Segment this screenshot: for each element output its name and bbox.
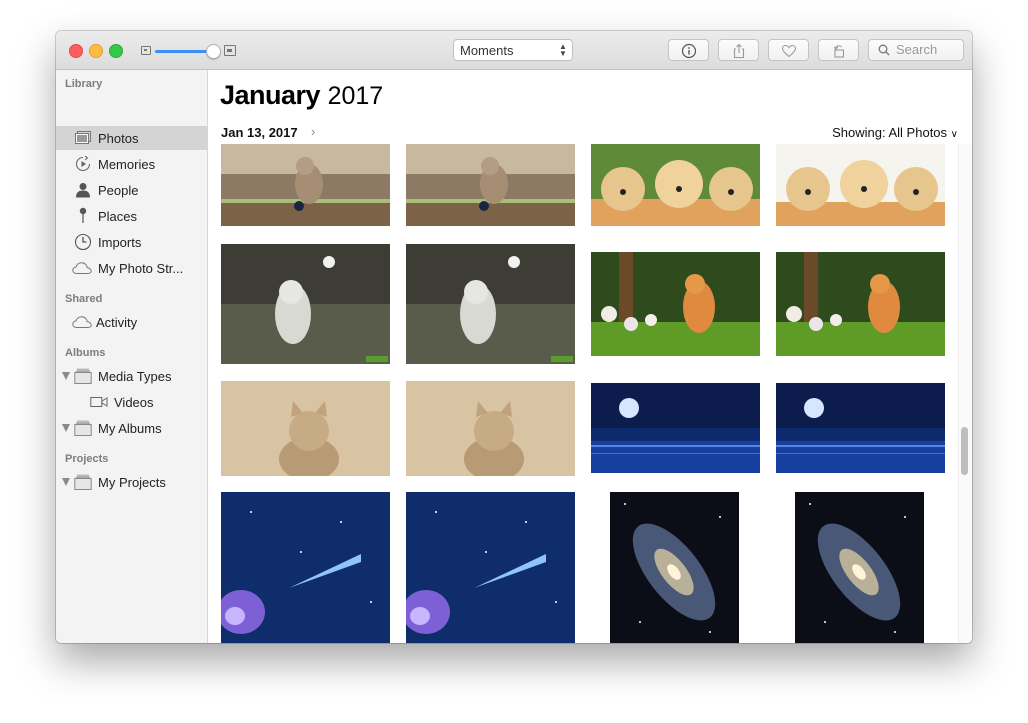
search-field[interactable]: Search [868,39,964,61]
sidebar-item-label: People [98,183,139,198]
folder-icon [74,420,92,436]
sidebar-item-label: My Projects [98,475,166,490]
zoom-out-icon[interactable] [141,46,151,55]
sidebar-item-memories[interactable]: Memories [56,152,207,176]
photo-thumbnail[interactable] [610,492,739,643]
photo-thumbnail[interactable] [591,252,760,356]
photo-thumbnail[interactable] [795,492,924,643]
view-select[interactable]: Moments ▲ ▼ [453,39,573,61]
showing-label: Showing: [832,125,886,140]
photos-content: January 2017 Jan 13, 2017 › Showing: All… [208,70,972,643]
zoom-in-icon[interactable] [224,45,236,56]
scrollbar-thumb[interactable] [961,427,968,475]
favorite-button[interactable] [768,39,809,61]
search-icon [878,44,890,56]
sidebar-item-label: Places [98,209,138,224]
sidebar-item-my-photo-stream[interactable]: My Photo Str... [56,256,207,280]
scrollbar-track[interactable] [958,144,972,643]
zoom-slider-knob[interactable] [206,44,221,59]
folder-icon [74,474,92,490]
sidebar-item-activity[interactable]: Activity [56,310,207,334]
sidebar-item-label: Photos [98,131,139,146]
showing-value: All Photos [888,125,948,140]
select-arrows-icon: ▲ ▼ [559,42,567,58]
section-projects: Projects [65,453,109,465]
showing-filter[interactable]: Showing: All Photos ∨ [832,125,958,140]
people-icon [76,183,90,198]
disclosure-triangle-icon[interactable] [62,424,70,432]
photo-thumbnail[interactable] [591,383,760,473]
imports-clock-icon [74,233,92,251]
places-pin-icon [79,207,87,223]
sidebar: Library Photos Memories People Places Im… [56,70,208,643]
share-icon [733,43,745,59]
sidebar-item-places[interactable]: Places [56,204,207,228]
sidebar-item-label: Media Types [98,369,172,384]
sidebar-item-label: Activity [96,315,138,330]
close-button[interactable] [69,44,83,58]
view-select-label: Moments [460,43,514,58]
disclosure-triangle-icon[interactable] [62,478,70,486]
sidebar-item-label: My Albums [98,421,162,436]
photo-grid [208,144,958,643]
photos-icon [75,131,91,144]
photo-thumbnail[interactable] [776,252,945,356]
minimize-button[interactable] [89,44,103,58]
chevron-right-icon[interactable]: › [311,124,315,139]
sidebar-item-label: Memories [98,157,156,172]
memories-icon [75,155,91,172]
photo-thumbnail[interactable] [776,383,945,473]
sidebar-item-photos[interactable]: Photos [56,126,207,150]
disclosure-triangle-icon[interactable] [62,372,70,380]
zoom-slider-fill [155,50,209,53]
toolbar: Moments ▲ ▼ Search [56,31,972,70]
photos-window: Moments ▲ ▼ Search Library Photos Memori… [56,31,972,643]
fullscreen-button[interactable] [109,44,123,58]
rotate-icon [833,45,845,58]
photo-thumbnail[interactable] [221,244,390,364]
sidebar-item-imports[interactable]: Imports [56,230,207,254]
year-label: 2017 [327,82,384,110]
section-albums: Albums [65,347,106,359]
search-placeholder: Search [896,42,938,57]
photo-thumbnail[interactable] [406,492,575,643]
photo-thumbnail[interactable] [406,144,575,226]
rotate-button[interactable] [818,39,859,61]
month-label: January [220,80,321,110]
sidebar-item-label: My Photo Str... [98,261,184,276]
sidebar-item-people[interactable]: People [56,178,207,202]
photo-thumbnail[interactable] [591,144,760,226]
folder-icon [74,368,92,384]
sidebar-item-media-types[interactable]: Media Types [56,364,207,388]
heart-icon [781,44,797,58]
moment-date[interactable]: Jan 13, 2017 [221,125,298,140]
photo-thumbnail[interactable] [406,244,575,364]
photo-thumbnail[interactable] [776,144,945,226]
photo-thumbnail[interactable] [406,381,575,476]
page-title: January 2017 [220,80,383,111]
chevron-down-icon: ∨ [950,129,958,140]
photo-thumbnail[interactable] [221,492,390,643]
share-button[interactable] [718,39,759,61]
section-shared: Shared [65,293,103,305]
sidebar-item-my-albums[interactable]: My Albums [56,416,207,440]
info-button[interactable] [668,39,709,61]
photo-thumbnail[interactable] [221,144,390,226]
section-library: Library [65,78,103,90]
info-icon [681,43,697,59]
cloud-icon [72,316,92,328]
video-camera-icon [90,397,108,407]
sidebar-item-my-projects[interactable]: My Projects [56,470,207,494]
cloud-icon [72,262,92,274]
sidebar-item-label: Videos [114,395,154,410]
sidebar-item-label: Imports [98,235,142,250]
photo-thumbnail[interactable] [221,381,390,476]
sidebar-item-videos[interactable]: Videos [56,390,207,414]
